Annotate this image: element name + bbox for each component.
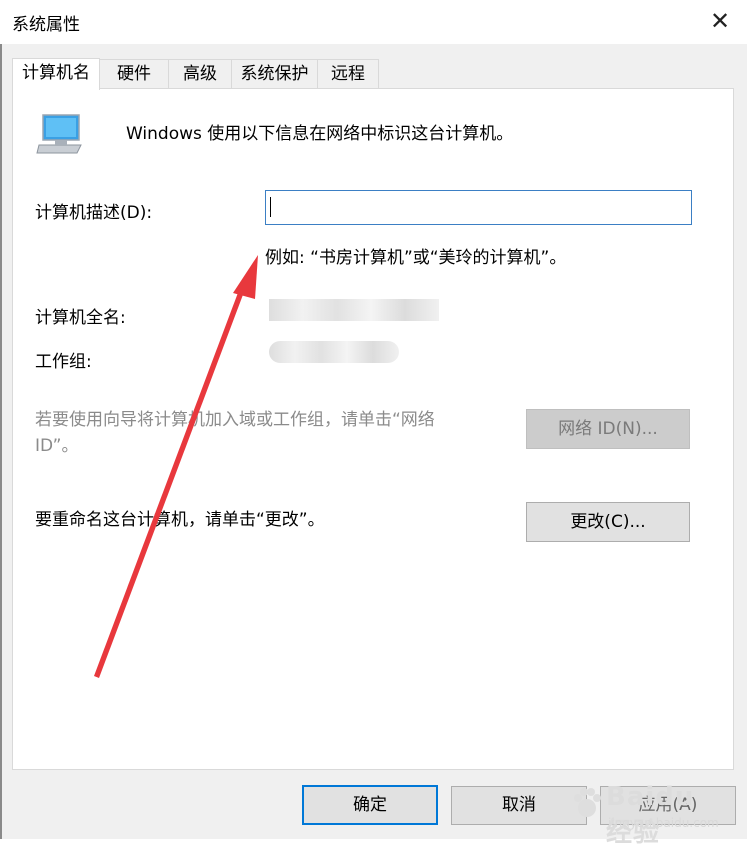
change-button[interactable]: 更改(C)...: [526, 502, 690, 542]
tab-hardware[interactable]: 硬件: [99, 59, 169, 88]
baidu-watermark: Baidu经验 jingyan.baidu.com: [570, 780, 720, 848]
tab-remote[interactable]: 远程: [317, 59, 379, 88]
computer-description-input[interactable]: [265, 190, 692, 225]
computer-icon: [35, 113, 85, 157]
tab-advanced[interactable]: 高级: [168, 59, 232, 88]
paw-icon: [574, 788, 601, 817]
full-name-redacted: [269, 299, 439, 321]
close-icon[interactable]: ✕: [707, 6, 733, 36]
window-border: [0, 44, 2, 839]
system-properties-window: 系统属性 ✕ 计算机名 硬件 高级 系统保护 远程 Windows 使用以下信息…: [0, 0, 747, 839]
full-name-label: 计算机全名:: [35, 308, 126, 328]
watermark-url: jingyan.baidu.com: [608, 816, 719, 830]
cancel-button[interactable]: 取消: [451, 786, 587, 825]
window-title: 系统属性: [12, 15, 80, 35]
title-bar: 系统属性 ✕: [0, 0, 747, 44]
workgroup-redacted: [269, 341, 399, 363]
workgroup-label: 工作组:: [35, 352, 92, 372]
intro-text: Windows 使用以下信息在网络中标识这台计算机。: [126, 124, 514, 144]
network-id-hint: 若要使用向导将计算机加入域或工作组，请单击“网络 ID”。: [35, 410, 435, 456]
description-example: 例如: “书房计算机”或“美玲的计算机”。: [265, 248, 567, 268]
text-caret: [270, 197, 271, 217]
description-label: 计算机描述(D):: [35, 203, 153, 223]
ok-button[interactable]: 确定: [302, 785, 438, 825]
rename-hint: 要重命名这台计算机，请单击“更改”。: [35, 510, 325, 530]
computer-name-panel: Windows 使用以下信息在网络中标识这台计算机。 计算机描述(D): 例如:…: [12, 88, 734, 770]
tab-system-protection[interactable]: 系统保护: [231, 59, 318, 88]
tab-computer-name[interactable]: 计算机名: [12, 58, 100, 90]
network-id-button[interactable]: 网络 ID(N)...: [526, 409, 690, 449]
